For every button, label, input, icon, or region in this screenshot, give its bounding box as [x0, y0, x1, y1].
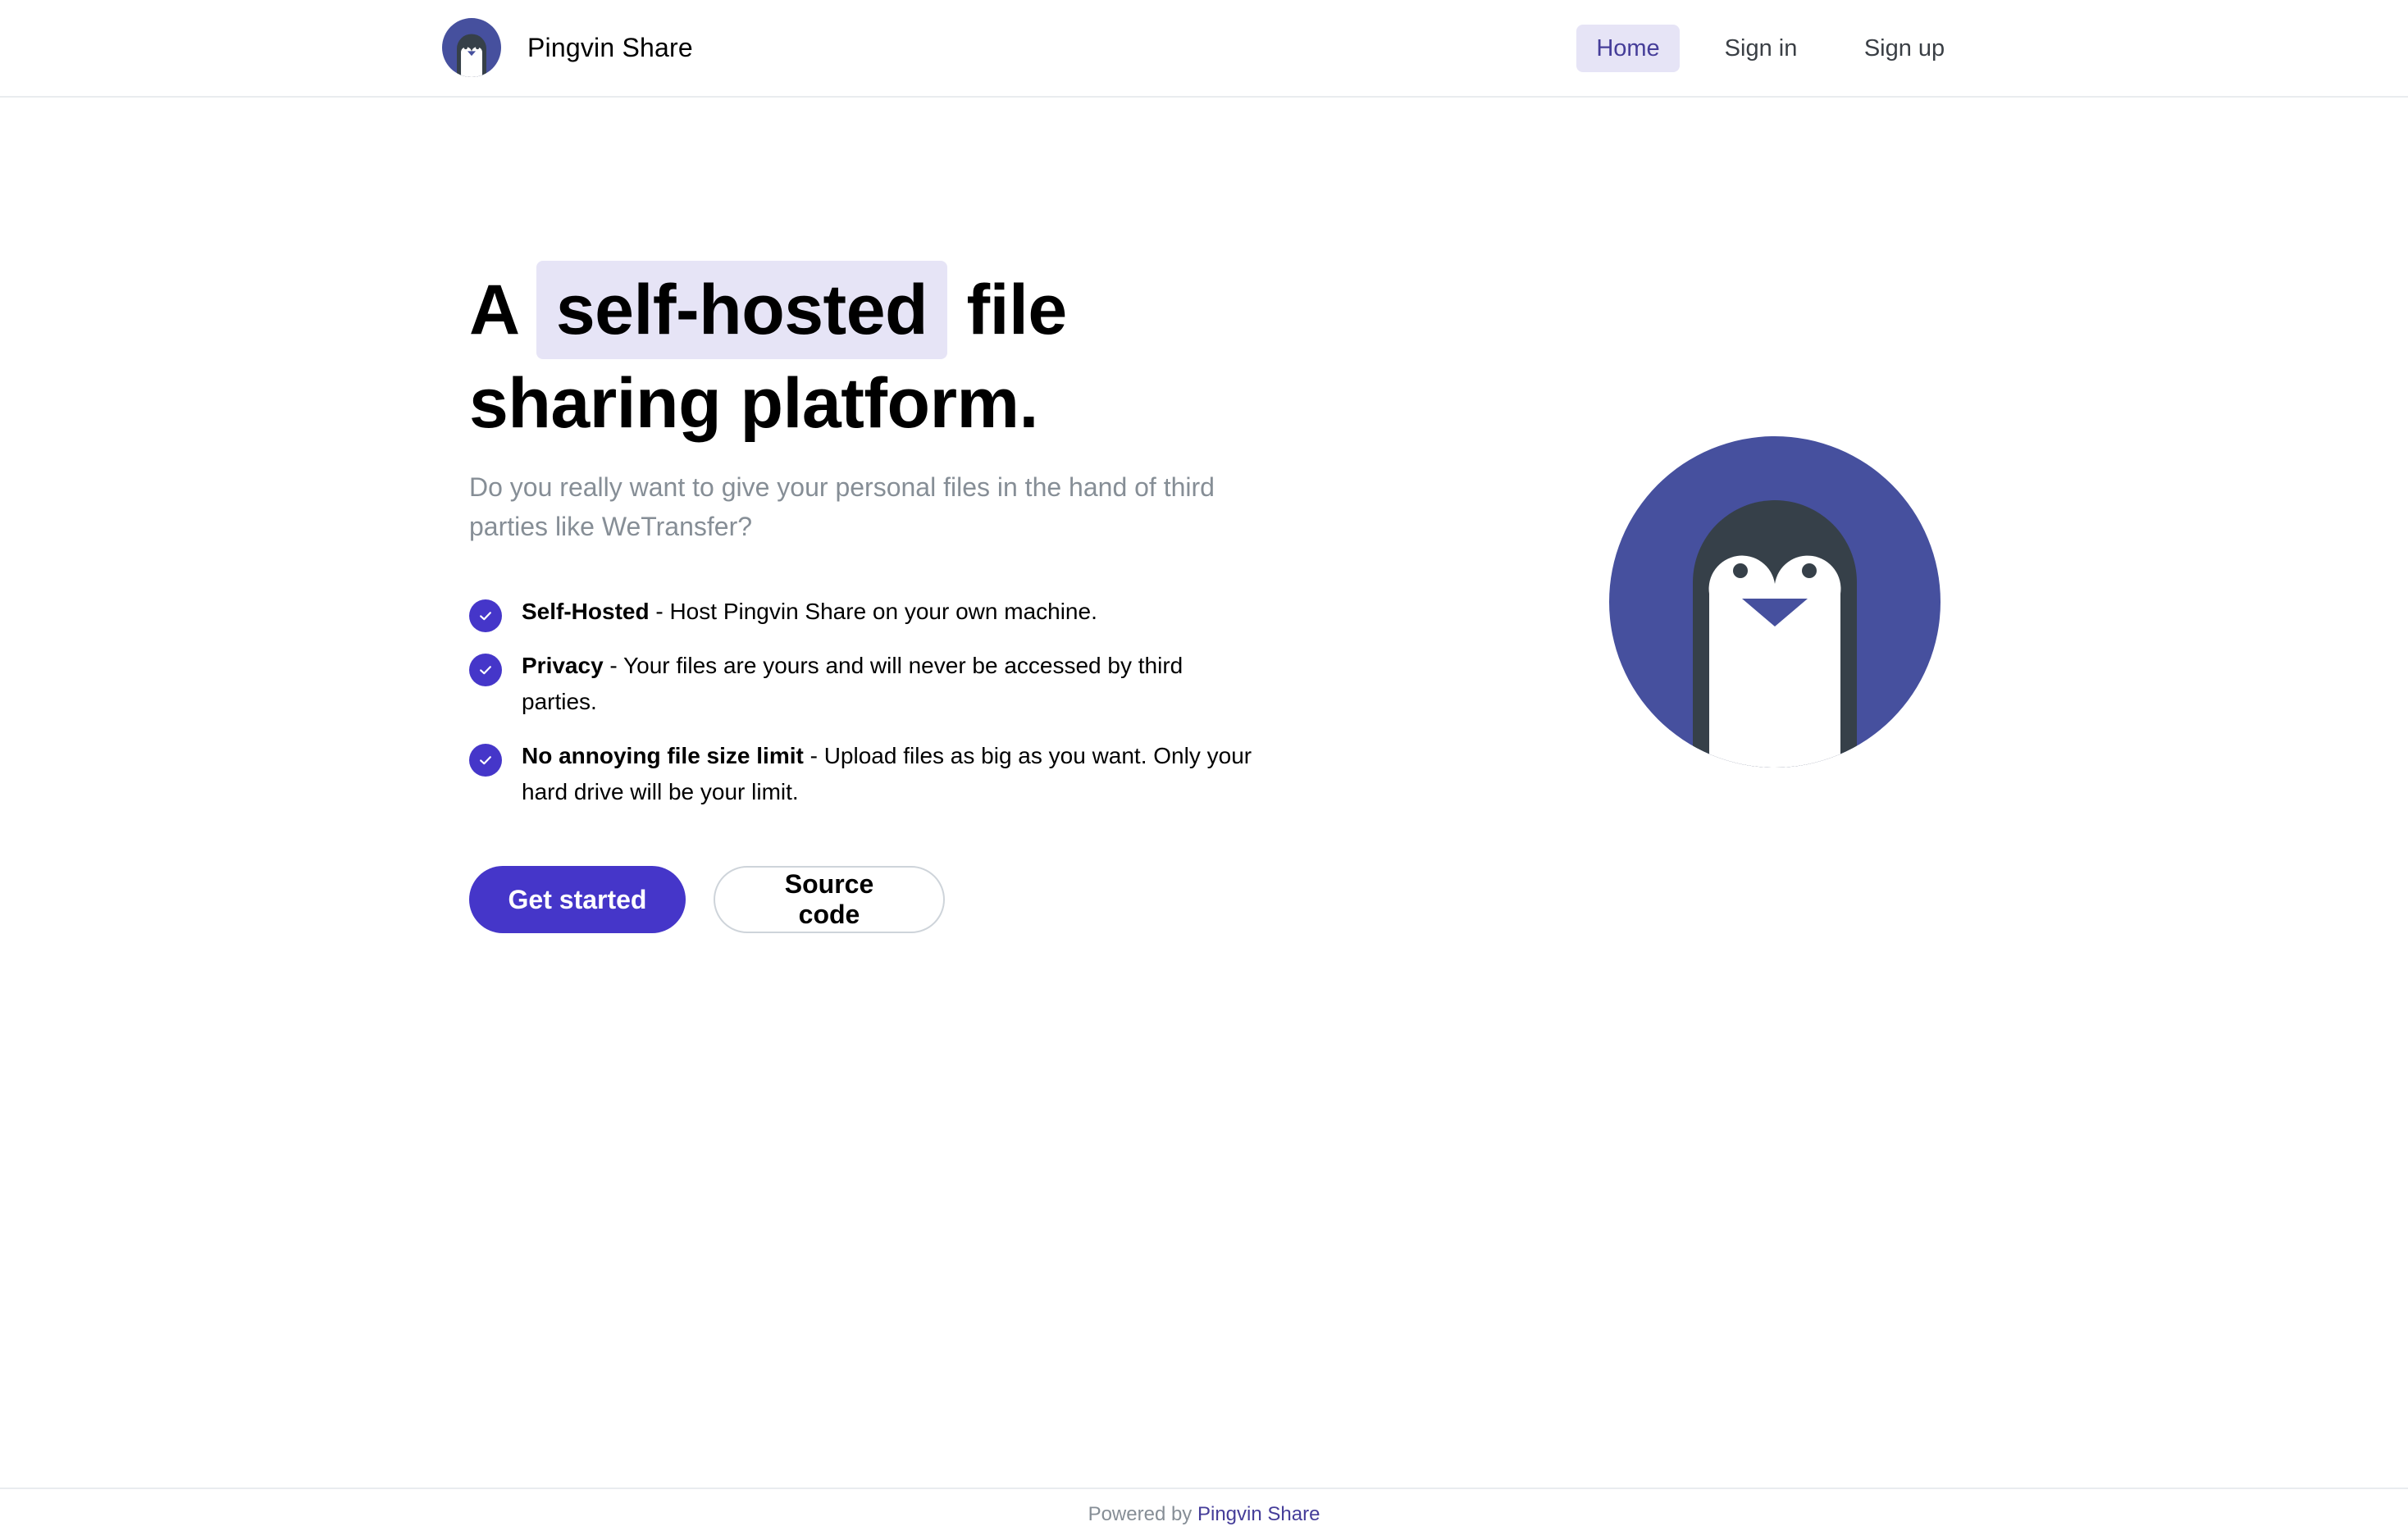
feature-title: Self-Hosted	[522, 599, 650, 624]
feature-item: Privacy - Your files are yours and will …	[469, 648, 1256, 720]
hero-title-highlight: self-hosted	[536, 261, 948, 359]
get-started-button[interactable]: Get started	[469, 866, 686, 933]
feature-list: Self-Hosted - Host Pingvin Share on your…	[469, 594, 1256, 828]
hero-title: A self-hosted file sharing platform.	[469, 261, 1289, 448]
nav-home[interactable]: Home	[1576, 25, 1680, 72]
check-icon	[469, 654, 502, 686]
penguin-illustration	[1609, 436, 1941, 768]
feature-text: - Host Pingvin Share on your own machine…	[649, 599, 1097, 624]
feature-title: Privacy	[522, 653, 604, 678]
source-code-button[interactable]: Source code	[714, 866, 945, 933]
check-icon	[469, 744, 502, 777]
hero-description: Do you really want to give your personal…	[469, 472, 1215, 541]
nav-sign-in[interactable]: Sign in	[1704, 25, 1817, 72]
feature-item: Self-Hosted - Host Pingvin Share on your…	[469, 594, 1256, 632]
nav-sign-up[interactable]: Sign up	[1842, 25, 1967, 72]
check-icon	[469, 599, 502, 632]
page-footer: Powered by Pingvin Share	[0, 1488, 2408, 1540]
footer-link[interactable]: Pingvin Share	[1197, 1503, 1320, 1525]
feature-text: - Your files are yours and will never be…	[522, 653, 1183, 714]
app-header: Pingvin Share Home Sign in Sign up	[0, 0, 2408, 98]
hero-title-prefix: A	[469, 271, 518, 349]
feature-item: No annoying file size limit - Upload fil…	[469, 738, 1256, 810]
main-nav: Home Sign in Sign up	[0, 25, 2408, 72]
feature-title: No annoying file size limit	[522, 743, 804, 768]
footer-prefix: Powered by	[1088, 1503, 1193, 1525]
hero-actions: Get started Source code	[469, 866, 945, 933]
